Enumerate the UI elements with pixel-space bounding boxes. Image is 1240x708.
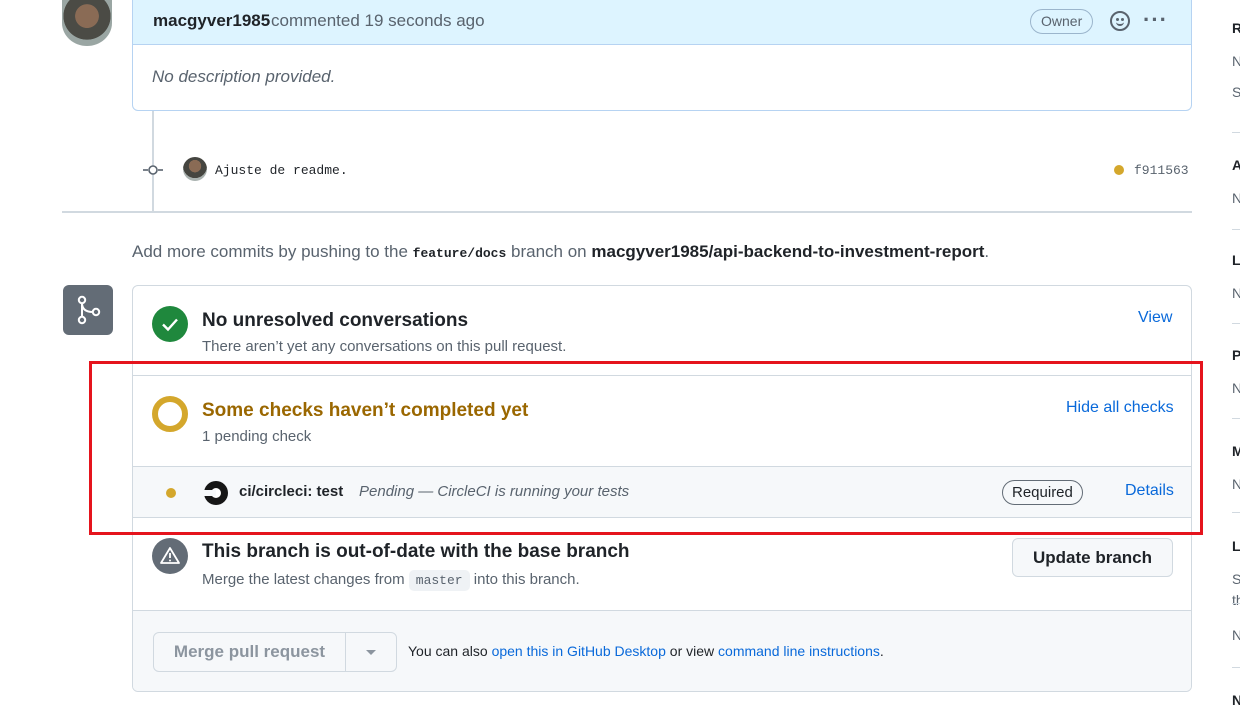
sidebar-fragment: N <box>1232 476 1240 492</box>
sidebar-divider <box>1232 229 1240 230</box>
sidebar-fragment: th <box>1232 592 1240 608</box>
comment-time: commented 19 seconds ago <box>271 11 485 30</box>
base-branch-chip: master <box>408 570 470 591</box>
smiley-icon[interactable] <box>1110 11 1130 31</box>
footer-middle: or view <box>669 643 715 659</box>
alert-icon <box>152 538 188 574</box>
push-note-middle: branch on <box>511 242 587 261</box>
merge-options-dropdown[interactable] <box>346 633 396 671</box>
highlight-box <box>89 361 1203 535</box>
merge-pull-request-button[interactable]: Merge pull request <box>154 633 346 671</box>
sidebar-divider <box>1232 132 1240 133</box>
branch-status-suffix: into this branch. <box>473 571 580 588</box>
branch-status-subtitle: Merge the latest changes from master int… <box>202 570 580 591</box>
sidebar-divider <box>1232 418 1240 419</box>
comment-author[interactable]: macgyver1985 <box>153 11 270 31</box>
footer-prefix: You can also <box>408 643 488 659</box>
commit-author-avatar[interactable] <box>183 157 207 181</box>
sidebar-divider <box>1232 512 1240 513</box>
open-desktop-link[interactable]: open this in GitHub Desktop <box>492 643 666 659</box>
check-circle-icon <box>152 306 188 342</box>
commit-status-dot-icon[interactable] <box>1114 165 1124 175</box>
git-commit-icon <box>143 165 163 175</box>
push-note-branch: feature/docs <box>412 246 507 261</box>
sidebar-fragment: R <box>1232 20 1240 36</box>
kebab-menu-icon[interactable]: ··· <box>1143 7 1168 33</box>
sidebar-divider <box>1232 603 1240 604</box>
sidebar-fragment: N <box>1232 285 1240 301</box>
merge-footer: Merge pull request You can also open thi… <box>133 611 1191 691</box>
update-branch-button[interactable]: Update branch <box>1012 538 1173 577</box>
sidebar-fragment: S <box>1232 84 1240 100</box>
sidebar-fragment: N <box>1232 380 1240 396</box>
sidebar-fragment: A <box>1232 157 1240 173</box>
author-avatar[interactable] <box>62 0 112 46</box>
comment-header: macgyver1985 commented 19 seconds ago Ow… <box>133 0 1191 45</box>
push-note-repo[interactable]: macgyver1985/api-backend-to-investment-r… <box>591 242 984 261</box>
sidebar-fragment: P <box>1232 347 1240 363</box>
timeline-line <box>152 111 154 211</box>
view-conversations-link[interactable]: View <box>1138 309 1172 327</box>
conversations-title: No unresolved conversations <box>202 310 469 331</box>
sidebar-fragment: N <box>1232 190 1240 206</box>
sidebar-fragment: L <box>1232 252 1240 268</box>
branch-status-title: This branch is out-of-date with the base… <box>202 541 630 562</box>
sidebar-fragment: N <box>1232 627 1240 643</box>
branch-status-prefix: Merge the latest changes from <box>202 571 405 588</box>
sidebar-fragment: N <box>1232 53 1240 69</box>
sidebar-fragment: N <box>1232 692 1240 708</box>
sidebar-divider <box>1232 667 1240 668</box>
owner-badge: Owner <box>1030 9 1094 34</box>
sidebar-fragment: S <box>1232 571 1240 587</box>
sidebar-divider <box>1232 323 1240 324</box>
command-line-link[interactable]: command line instructions <box>718 643 880 659</box>
commit-message[interactable]: Ajuste de readme. <box>215 163 348 178</box>
sidebar-fragment: M <box>1232 443 1240 459</box>
git-merge-icon <box>63 285 113 335</box>
merge-footer-text: You can also open this in GitHub Desktop… <box>408 643 884 659</box>
conversations-subtitle: There aren’t yet any conversations on th… <box>202 338 567 355</box>
footer-suffix: . <box>879 643 884 659</box>
timeline-divider <box>62 211 1192 213</box>
push-note: Add more commits by pushing to the featu… <box>132 242 989 262</box>
commit-sha[interactable]: f911563 <box>1134 163 1189 178</box>
push-note-suffix: . <box>984 242 990 261</box>
comment-box: macgyver1985 commented 19 seconds ago Ow… <box>132 0 1192 111</box>
push-note-prefix: Add more commits by pushing to the <box>132 242 408 261</box>
comment-body: No description provided. <box>152 67 336 86</box>
merge-button-group: Merge pull request <box>153 632 397 672</box>
sidebar-fragment: L <box>1232 538 1240 554</box>
